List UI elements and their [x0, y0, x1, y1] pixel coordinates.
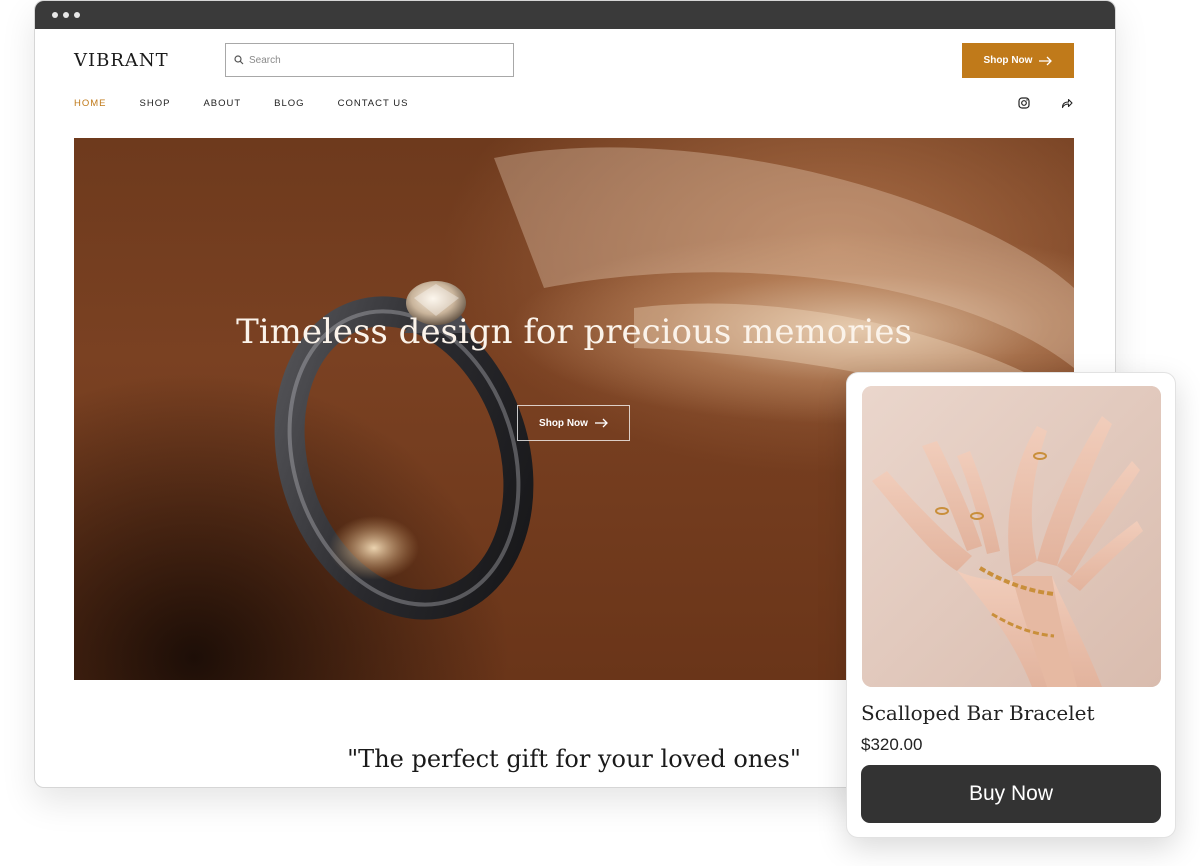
site-logo[interactable]: VIBRANT — [74, 50, 169, 71]
hero-shop-now-label: Shop Now — [539, 417, 588, 429]
header-shop-now-button[interactable]: Shop Now — [962, 43, 1074, 78]
buy-now-button[interactable]: Buy Now — [861, 765, 1161, 823]
window-dot-icon — [63, 12, 69, 18]
nav-item-contact-us[interactable]: CONTACT US — [338, 98, 409, 109]
share-icon[interactable] — [1061, 97, 1073, 109]
nav-item-about[interactable]: ABOUT — [203, 98, 241, 109]
window-dot-icon — [52, 12, 58, 18]
hero-title: Timeless design for precious memories — [236, 312, 912, 352]
arrow-right-icon — [1039, 56, 1053, 65]
product-title[interactable]: Scalloped Bar Bracelet — [861, 701, 1095, 725]
browser-titlebar — [35, 1, 1115, 29]
nav-item-blog[interactable]: BLOG — [274, 98, 304, 109]
nav-item-shop[interactable]: SHOP — [140, 98, 171, 109]
search-input[interactable] — [249, 54, 489, 66]
search-icon — [234, 55, 244, 65]
product-card: Scalloped Bar Bracelet $320.00 Buy Now — [846, 372, 1176, 838]
instagram-icon[interactable] — [1018, 97, 1030, 109]
arrow-right-icon — [594, 418, 608, 428]
hero-shop-now-button[interactable]: Shop Now — [517, 405, 630, 441]
product-image[interactable] — [862, 386, 1161, 687]
main-nav: HOME SHOP ABOUT BLOG CONTACT US — [74, 98, 441, 109]
nav-item-home[interactable]: HOME — [74, 98, 107, 109]
window-dot-icon — [74, 12, 80, 18]
bracelet-hands-photo — [862, 386, 1161, 687]
search-box[interactable] — [225, 43, 514, 77]
product-price: $320.00 — [861, 735, 923, 754]
header-shop-now-label: Shop Now — [983, 55, 1033, 66]
